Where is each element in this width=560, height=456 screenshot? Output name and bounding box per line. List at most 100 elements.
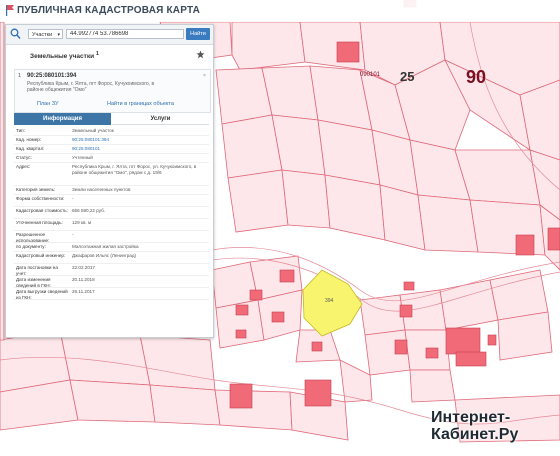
result-index: 1	[18, 73, 22, 79]
details-value: Земли населенных пунктов	[72, 187, 131, 192]
details-row: Кадастровая стоимость: 656 590,22 руб.	[14, 207, 209, 219]
details-key: Дата выгрузки сведений из ГКН:	[16, 289, 68, 300]
details-value[interactable]: 90:25:080101	[72, 146, 202, 152]
tab-services[interactable]: Услуги	[112, 113, 209, 125]
parcel	[281, 169, 331, 229]
details-value: 26.11.2017	[72, 289, 95, 294]
details-key: Разрешенное использование:	[16, 232, 50, 243]
top-bar: ПУБЛИЧНАЯ КАДАСТРОВАЯ КАРТА	[0, 0, 560, 22]
chevron-down-icon: ▾	[57, 32, 60, 38]
search-type-label: Участки	[32, 32, 53, 38]
search-bar: Участки ▾ Найти	[6, 25, 213, 45]
search-icon[interactable]	[10, 28, 21, 40]
parcel	[69, 379, 156, 423]
results-title: Земельные участки 1	[30, 51, 99, 60]
parcel	[417, 194, 479, 253]
details-row: Дата изменения сведений в ГКН: 20.11.2018	[14, 276, 209, 288]
building	[271, 311, 285, 323]
building	[235, 304, 249, 316]
parcel	[227, 169, 289, 233]
details-row: Тип: Земельный участок	[14, 127, 209, 136]
details-value: 129 кв. м	[72, 220, 92, 225]
building	[394, 339, 408, 355]
details-row: Форма собственности: -	[14, 195, 209, 207]
details-value: Республика Крым, г. Ялта, пгт Форос, ул.…	[72, 164, 197, 175]
pin-icon[interactable]	[196, 50, 205, 59]
details-row: Категория земель: Земли населенных пункто…	[14, 186, 209, 195]
map-label-25: 25	[400, 69, 415, 84]
details-key: Категория земель:	[16, 187, 56, 192]
parcel	[214, 389, 293, 431]
building	[445, 327, 481, 355]
building	[336, 41, 360, 63]
details-value: 656 590,22 руб.	[72, 208, 106, 213]
results-header: Земельные участки 1	[6, 47, 213, 63]
info-panel: Участки ▾ Найти Земельные участки 1 1 90…	[5, 24, 214, 338]
search-type-select[interactable]: Участки ▾	[28, 29, 63, 39]
parcel	[139, 334, 216, 391]
details-key: Дата постановки на учет:	[16, 265, 58, 276]
result-cad-number[interactable]: 90:25:080101:394	[27, 73, 76, 79]
watermark: Интернет- Кабинет.Ру	[431, 409, 518, 443]
details-value: 22.02.2017	[72, 265, 95, 270]
details-key: Кад. квартал:	[16, 146, 45, 151]
details-key: Статус:	[16, 155, 32, 160]
results-title-text: Земельные участки	[30, 53, 95, 61]
details-key: Кадастровая стоимость:	[16, 208, 68, 213]
details-row: Адрес: Республика Крым, г. Ялта, пгт Форо…	[14, 163, 209, 186]
details-value: -	[72, 232, 74, 237]
details-value[interactable]: 90:25:080101:394	[72, 137, 202, 143]
details-value: 20.11.2018	[72, 277, 95, 282]
building	[235, 329, 247, 339]
building	[311, 341, 323, 352]
flag-icon	[6, 5, 14, 16]
parcel	[409, 369, 456, 403]
watermark-line-1: Интернет-	[431, 409, 511, 426]
details-row: Кадастровый инженер: Джафаров Ильяс (Лени…	[14, 252, 209, 264]
building	[399, 304, 413, 318]
details-row: Кад. квартал: 90:25:080101	[14, 145, 209, 154]
details-value: Малоэтажная жилая застройка	[72, 244, 139, 249]
details-key: Адрес:	[16, 164, 31, 169]
tab-information[interactable]: Информация	[14, 113, 111, 125]
details-value: Учтенный	[72, 155, 93, 160]
details-table: Тип: Земельный участок Кад. номер: 90:25:08…	[14, 127, 209, 300]
building	[455, 351, 487, 367]
details-key: Кадастровый инженер:	[16, 253, 66, 258]
details-value: Джафаров Ильяс (Ленинград)	[72, 253, 137, 258]
find-in-bounds-link[interactable]: Найти в границах объекта	[107, 101, 174, 107]
building	[425, 347, 439, 359]
details-row: Дата выгрузки сведений из ГКН: 26.11.2017	[14, 288, 209, 300]
details-key: Дата изменения сведений в ГКН:	[16, 277, 51, 288]
details-key: Тип:	[16, 128, 25, 133]
parcel	[497, 311, 553, 361]
app-title: ПУБЛИЧНАЯ КАДАСТРОВАЯ КАРТА	[17, 5, 201, 16]
details-row: Дата постановки на учет: 22.02.2017	[14, 264, 209, 276]
result-close-icon[interactable]: ×	[203, 73, 206, 79]
tab-bar: Информация Услуги	[14, 113, 209, 125]
details-row: Разрешенное использование: -	[14, 231, 209, 243]
details-value: Земельный участок	[72, 128, 114, 133]
selected-parcel-label: 394	[325, 298, 334, 304]
watermark-line-2: Кабинет.Ру	[431, 426, 519, 443]
details-key: Кад. номер:	[16, 137, 42, 142]
parcel	[149, 384, 221, 426]
building	[515, 234, 535, 256]
details-row: Статус: Учтенный	[14, 154, 209, 163]
details-row: по документу: Малоэтажная жилая застройка	[14, 243, 209, 252]
parcel	[231, 21, 306, 71]
parcel	[0, 21, 5, 341]
building	[547, 227, 560, 251]
building	[229, 383, 253, 409]
search-input[interactable]	[66, 29, 184, 39]
search-button[interactable]: Найти	[186, 28, 210, 40]
plan-link[interactable]: План ЗУ	[37, 101, 59, 107]
building	[279, 269, 295, 283]
results-count: 1	[95, 51, 99, 57]
result-card[interactable]: 1 90:25:080101:394 Республика Крым, г. Я…	[14, 69, 211, 113]
result-address: Республика Крым, г. Ялта, пгт Форос, Куч…	[27, 81, 155, 93]
map-label-quarter: 090101	[360, 72, 381, 78]
parcel	[59, 329, 151, 386]
parcel	[221, 114, 283, 179]
building	[403, 281, 415, 291]
